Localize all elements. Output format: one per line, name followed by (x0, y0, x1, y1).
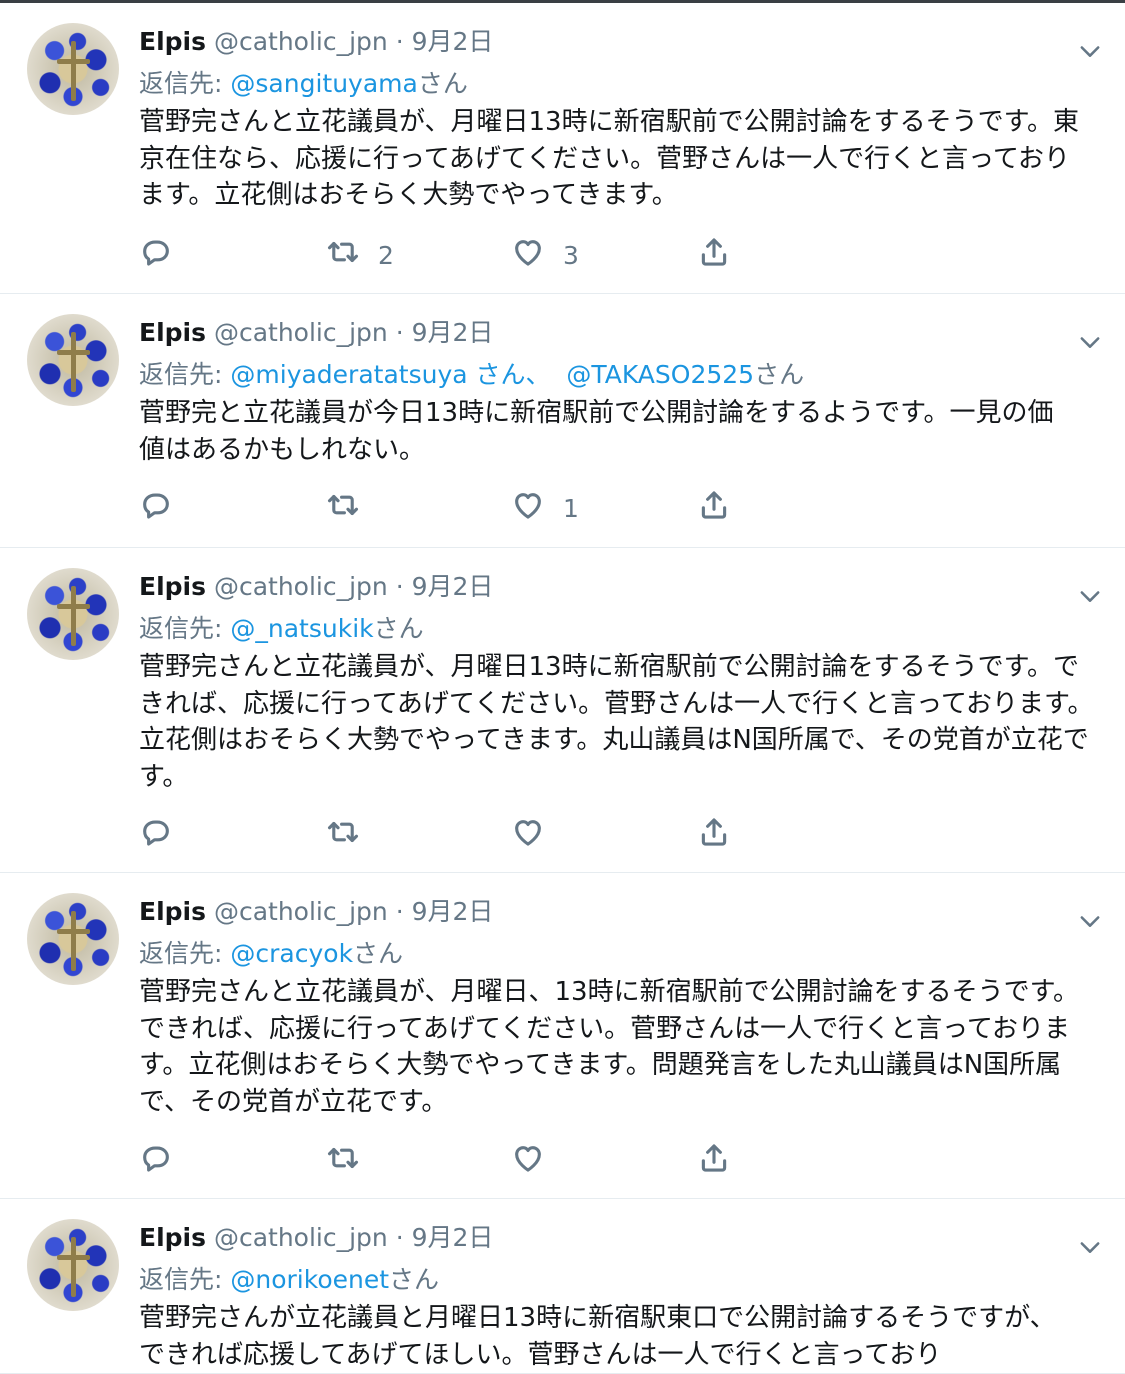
tweet-date[interactable]: 9月2日 (412, 897, 494, 926)
reply-to-line: 返信先: @_natsukikさん (139, 614, 1094, 644)
share-button[interactable] (697, 490, 731, 526)
reply-label: 返信先: (139, 939, 223, 968)
retweet-button[interactable]: 2 (326, 237, 394, 273)
like-button[interactable]: 3 (511, 237, 579, 273)
reply-mention-link[interactable]: @_natsukik (230, 614, 373, 643)
reply-mention-link[interactable]: @TAKASO2525 (566, 360, 754, 389)
tweet-header: Elpis @catholic_jpn · 9月2日 (139, 1223, 1079, 1253)
heart-icon (511, 815, 545, 855)
like-button[interactable] (511, 817, 563, 853)
avatar[interactable] (27, 1219, 119, 1311)
reply-icon (139, 235, 173, 275)
reply-suffix: さん (389, 1265, 440, 1294)
share-button[interactable] (697, 1143, 731, 1179)
like-button[interactable]: 1 (511, 490, 579, 526)
reply-label: 返信先: (139, 614, 223, 643)
reply-suffix: さん (417, 69, 468, 98)
user-handle[interactable]: @catholic_jpn (214, 318, 388, 347)
display-name[interactable]: Elpis (139, 897, 206, 926)
user-handle[interactable]: @catholic_jpn (214, 572, 388, 601)
tweet-header: Elpis @catholic_jpn · 9月2日 (139, 318, 1079, 348)
reply-mention-link[interactable]: @miyaderatatsuya さん、 (230, 360, 550, 389)
avatar[interactable] (27, 893, 119, 985)
tweet-date[interactable]: 9月2日 (412, 1223, 494, 1252)
reply-button[interactable] (139, 237, 173, 273)
retweet-icon (326, 235, 360, 275)
tweet-date[interactable]: 9月2日 (412, 572, 494, 601)
share-icon (697, 815, 731, 855)
share-icon (697, 1141, 731, 1181)
tweet-header: Elpis @catholic_jpn · 9月2日 (139, 897, 1079, 927)
retweet-button[interactable] (326, 817, 378, 853)
tweet[interactable]: Elpis @catholic_jpn · 9月2日 返信先: @sangituy… (0, 3, 1125, 294)
share-button[interactable] (697, 817, 731, 853)
tweet[interactable]: Elpis @catholic_jpn · 9月2日 返信先: @miyadera… (0, 294, 1125, 548)
reply-mention-link[interactable]: @cracyok (230, 939, 353, 968)
tweet[interactable]: Elpis @catholic_jpn · 9月2日 返信先: @norikoen… (0, 1199, 1125, 1374)
tweet-text: 菅野完さんが立花議員と月曜日13時に新宿駅東口で公開討論するそうですが、できれば… (139, 1303, 1056, 1370)
retweet-count: 2 (378, 240, 394, 270)
reply-button[interactable] (139, 1143, 173, 1179)
heart-icon (511, 235, 545, 275)
separator: · (395, 27, 404, 56)
reply-icon (139, 488, 173, 528)
reply-icon (139, 1141, 173, 1181)
tweet-text: 菅野完さんと立花議員が、月曜日13時に新宿駅前で公開討論をするそうです。東京在住… (139, 107, 1079, 210)
retweet-icon (326, 1141, 360, 1181)
avatar[interactable] (27, 568, 119, 660)
user-handle[interactable]: @catholic_jpn (214, 27, 388, 56)
reply-label: 返信先: (139, 69, 223, 98)
separator: · (395, 1223, 404, 1252)
tweet-text: 菅野完と立花議員が今日13時に新宿駅前で公開討論をするようです。一見の価値はある… (139, 398, 1054, 465)
reply-to-line: 返信先: @cracyokさん (139, 939, 1079, 969)
user-handle[interactable]: @catholic_jpn (214, 897, 388, 926)
user-handle[interactable]: @catholic_jpn (214, 1223, 388, 1252)
tweet-date[interactable]: 9月2日 (412, 27, 494, 56)
timeline: Elpis @catholic_jpn · 9月2日 返信先: @sangituy… (0, 3, 1125, 1374)
like-count: 1 (563, 493, 579, 523)
like-button[interactable] (511, 1143, 563, 1179)
like-count: 3 (563, 240, 579, 270)
reply-to-line: 返信先: @norikoenetさん (139, 1265, 1079, 1295)
tweet-date[interactable]: 9月2日 (412, 318, 494, 347)
reply-button[interactable] (139, 817, 173, 853)
reply-label: 返信先: (139, 360, 223, 389)
reply-to-line: 返信先: @miyaderatatsuya さん、 @TAKASO2525さん (139, 360, 1079, 390)
separator: · (395, 897, 404, 926)
reply-to-line: 返信先: @sangituyamaさん (139, 69, 1079, 99)
avatar[interactable] (27, 23, 119, 115)
retweet-icon (326, 815, 360, 855)
reply-button[interactable] (139, 490, 173, 526)
share-icon (697, 235, 731, 275)
display-name[interactable]: Elpis (139, 27, 206, 56)
tweet-header: Elpis @catholic_jpn · 9月2日 (139, 572, 1094, 602)
avatar[interactable] (27, 314, 119, 406)
separator: · (395, 318, 404, 347)
tweet-header: Elpis @catholic_jpn · 9月2日 (139, 27, 1079, 57)
reply-suffix: さん (353, 939, 404, 968)
reply-label: 返信先: (139, 1265, 223, 1294)
reply-mention-link[interactable]: @sangituyama (230, 69, 417, 98)
reply-icon (139, 815, 173, 855)
retweet-icon (326, 488, 360, 528)
retweet-button[interactable] (326, 1143, 378, 1179)
heart-icon (511, 1141, 545, 1181)
tweet[interactable]: Elpis @catholic_jpn · 9月2日 返信先: @_natsuki… (0, 548, 1125, 873)
reply-suffix: さん (754, 360, 805, 389)
display-name[interactable]: Elpis (139, 318, 206, 347)
reply-suffix: さん (373, 614, 424, 643)
reply-mention-link[interactable]: @norikoenet (230, 1265, 389, 1294)
share-button[interactable] (697, 237, 731, 273)
retweet-button[interactable] (326, 490, 378, 526)
separator: · (395, 572, 404, 601)
tweet-text: 菅野完さんと立花議員が、月曜日13時に新宿駅前で公開討論をするそうです。できれば… (139, 652, 1094, 792)
tweet[interactable]: Elpis @catholic_jpn · 9月2日 返信先: @cracyokさ… (0, 873, 1125, 1199)
display-name[interactable]: Elpis (139, 1223, 206, 1252)
heart-icon (511, 488, 545, 528)
tweet-text: 菅野完さんと立花議員が、月曜日、13時に新宿駅前で公開討論をするそうです。できれ… (139, 977, 1079, 1117)
display-name[interactable]: Elpis (139, 572, 206, 601)
share-icon (697, 488, 731, 528)
